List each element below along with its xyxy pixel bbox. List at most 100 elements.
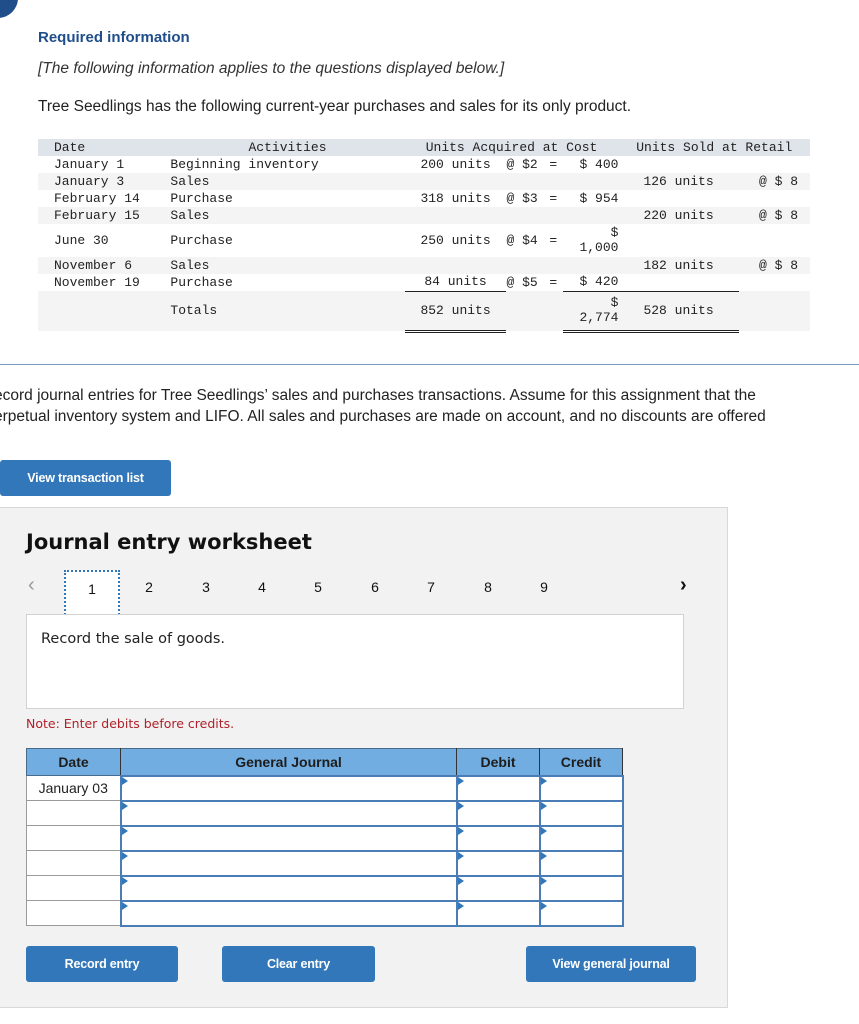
credit-cell[interactable] — [538, 799, 624, 827]
row-cost — [563, 257, 619, 274]
credit-input[interactable] — [540, 801, 622, 825]
page-tab-8[interactable]: 8 — [460, 570, 516, 616]
debit-cell[interactable] — [455, 849, 541, 877]
chevron-left-icon[interactable]: ‹ — [28, 574, 35, 597]
clear-entry-button[interactable]: Clear entry — [222, 946, 375, 982]
credit-input[interactable] — [540, 826, 622, 850]
required-info-subtitle: [The following information applies to th… — [38, 60, 505, 77]
page-tab-7[interactable]: 7 — [403, 570, 459, 616]
account-dropdown[interactable] — [119, 774, 458, 802]
row-unit-cost — [506, 207, 544, 224]
row-units: 200 units — [420, 156, 491, 172]
credit-input[interactable] — [540, 776, 622, 800]
totals-cost: $2,774 — [563, 291, 619, 333]
row-date: February 15 — [38, 207, 171, 224]
instructions-text: ecord journal entries for Tree Seedlings… — [0, 385, 859, 427]
totals-label: Totals — [170, 291, 405, 331]
journal-row: January 03 — [26, 774, 624, 802]
credit-input[interactable] — [540, 876, 622, 900]
row-activity: Sales — [170, 207, 405, 224]
row-sold — [618, 190, 738, 207]
credit-cell[interactable] — [538, 849, 624, 877]
row-unit-cost: @ $5 — [506, 274, 538, 290]
debits-credits-note: Note: Enter debits before credits. — [26, 716, 235, 731]
page-tab-9[interactable]: 9 — [516, 570, 572, 616]
credit-cell[interactable] — [538, 774, 624, 802]
row-sold — [618, 156, 738, 173]
account-dropdown[interactable] — [119, 799, 458, 827]
worksheet-title: Journal entry worksheet — [26, 530, 312, 554]
account-input[interactable] — [121, 826, 456, 850]
journal-header-general-journal: General Journal — [120, 748, 457, 776]
account-dropdown[interactable] — [119, 824, 458, 852]
row-activity: Purchase — [170, 274, 233, 290]
debit-cell[interactable] — [455, 824, 541, 852]
credit-cell[interactable] — [538, 824, 624, 852]
row-retail — [739, 156, 810, 173]
credit-input[interactable] — [540, 901, 622, 925]
row-unit-cost: @ $2 — [506, 156, 538, 172]
journal-header-date: Date — [26, 748, 121, 776]
row-date: January 1 — [54, 156, 125, 172]
chevron-right-icon[interactable]: › — [680, 574, 687, 597]
instructions-line: ecord journal entries for Tree Seedlings… — [0, 387, 756, 404]
journal-date: January 03 — [26, 775, 121, 801]
record-entry-button[interactable]: Record entry — [26, 946, 178, 982]
section-divider — [0, 364, 859, 365]
debit-input[interactable] — [457, 851, 539, 875]
debit-cell[interactable] — [455, 799, 541, 827]
header-sold: Units Sold at Retail — [618, 139, 810, 156]
debit-input[interactable] — [457, 776, 539, 800]
page-tab-4[interactable]: 4 — [234, 570, 290, 616]
account-input[interactable] — [121, 876, 456, 900]
header-date: Date — [38, 139, 171, 156]
debit-input[interactable] — [457, 901, 539, 925]
row-equals: = — [549, 156, 558, 172]
cost-amount: 1,000 — [579, 240, 619, 255]
row-activity: Purchase — [170, 190, 233, 206]
header-activities: Activities — [170, 139, 405, 156]
debit-input[interactable] — [457, 876, 539, 900]
page-tab-2[interactable]: 2 — [121, 570, 177, 616]
page-tab-6[interactable]: 6 — [347, 570, 403, 616]
row-retail: @ $ 8 — [738, 257, 810, 274]
debit-input[interactable] — [457, 826, 539, 850]
row-date: February 14 — [54, 190, 140, 206]
account-input[interactable] — [121, 851, 456, 875]
row-equals: = — [549, 274, 558, 290]
row-date: November 6 — [38, 257, 171, 274]
row-date: January 3 — [38, 173, 171, 190]
page-tab-1[interactable]: 1 — [64, 570, 120, 618]
inventory-row: November 19 Purchase 84 units @ $5 = $ 4… — [38, 274, 810, 292]
totals-units: 852 units — [404, 291, 507, 333]
debit-input[interactable] — [457, 801, 539, 825]
credit-cell[interactable] — [538, 899, 624, 927]
inventory-totals-row: Totals 852 units $2,774 528 units — [38, 291, 810, 333]
inventory-row: February 14 Purchase 318 units @ $3 = $ … — [38, 190, 810, 207]
credit-cell[interactable] — [538, 874, 624, 902]
account-input[interactable] — [121, 901, 456, 925]
credit-input[interactable] — [540, 851, 622, 875]
cost-currency: $ — [610, 225, 619, 240]
row-sold: 182 units — [618, 257, 739, 274]
view-general-journal-button[interactable]: View general journal — [526, 946, 696, 982]
account-input[interactable] — [121, 776, 456, 800]
general-journal-table: Date General Journal Debit Credit Januar… — [26, 748, 624, 927]
row-cost: $ 400 — [579, 156, 619, 172]
debit-cell[interactable] — [455, 874, 541, 902]
account-input[interactable] — [121, 801, 456, 825]
row-equals: = — [549, 232, 558, 248]
page-tab-5[interactable]: 5 — [290, 570, 346, 616]
debit-cell[interactable] — [455, 899, 541, 927]
account-dropdown[interactable] — [119, 849, 458, 877]
debit-cell[interactable] — [455, 774, 541, 802]
account-dropdown[interactable] — [119, 874, 458, 902]
view-transaction-list-button[interactable]: View transaction list — [0, 460, 171, 496]
transaction-description-box: Record the sale of goods. — [26, 614, 684, 709]
journal-date — [26, 800, 121, 826]
account-dropdown[interactable] — [119, 899, 458, 927]
journal-header-row: Date General Journal Debit Credit — [26, 748, 623, 776]
totals-empty — [543, 291, 564, 331]
journal-date — [26, 875, 121, 901]
page-tab-3[interactable]: 3 — [178, 570, 234, 616]
